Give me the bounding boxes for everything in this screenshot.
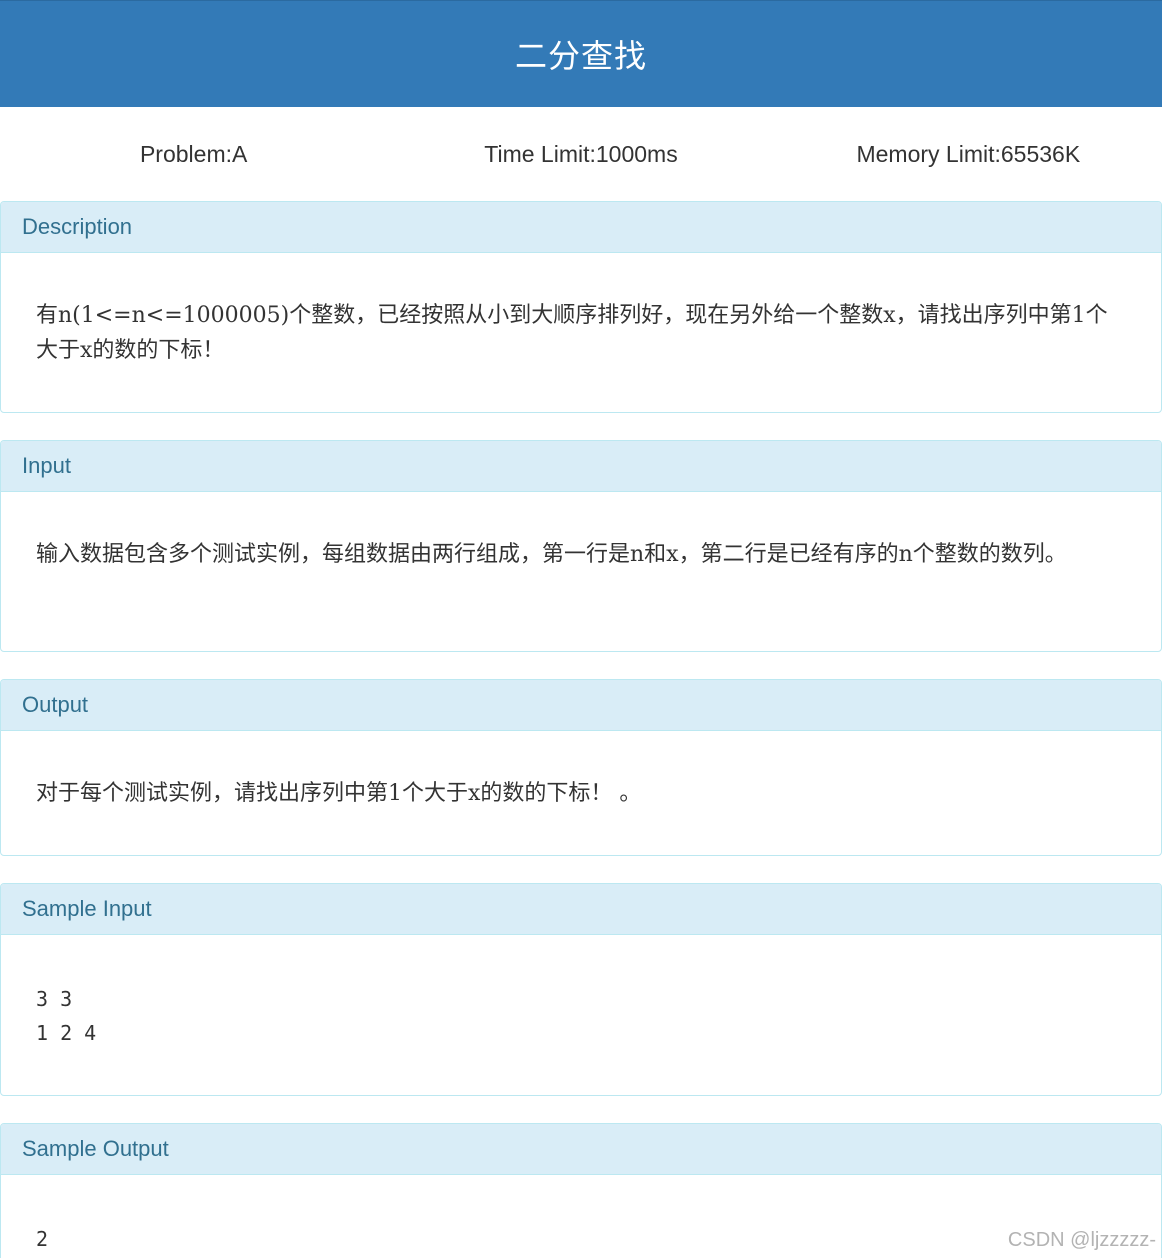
sample-input-line: 3 3: [36, 987, 73, 1011]
page-header: 二分查找: [0, 0, 1162, 107]
description-body: 有n(1<=n<=1000005)个整数，已经按照从小到大顺序排列好，现在另外给…: [36, 303, 1108, 363]
description-panel: Description 有n(1<=n<=1000005)个整数，已经按照从小到…: [0, 201, 1162, 413]
sample-output-line: 2: [36, 1227, 49, 1251]
csdn-watermark: CSDN @ljzzzzz-: [1007, 1229, 1156, 1251]
page-title: 二分查找: [514, 37, 647, 75]
sample-input-body: 3 3 1 2 4: [1, 935, 1161, 1050]
input-panel: Input 输入数据包含多个测试实例，每组数据由两行组成，第一行是n和x，第二行…: [0, 440, 1162, 652]
memory-limit: Memory Limit:65536K: [856, 140, 1081, 167]
input-body: 输入数据包含多个测试实例，每组数据由两行组成，第一行是n和x，第二行是已经有序的…: [36, 542, 1067, 567]
sample-input-panel: Sample Input 3 3 1 2 4: [0, 883, 1162, 1096]
input-heading: Input: [1, 441, 1161, 492]
output-heading: Output: [1, 680, 1161, 731]
description-heading: Description: [1, 202, 1161, 253]
time-limit: Time Limit:1000ms: [484, 140, 678, 167]
sample-output-panel: Sample Output 2: [0, 1123, 1162, 1258]
sample-output-heading: Sample Output: [1, 1124, 1161, 1175]
output-panel: Output 对于每个测试实例，请找出序列中第1个大于x的数的下标！ 。: [0, 679, 1162, 856]
sample-output-body: 2: [1, 1175, 1161, 1256]
problem-meta: Problem:A Time Limit:1000ms Memory Limit…: [0, 107, 1162, 201]
sample-input-heading: Sample Input: [1, 884, 1161, 935]
sample-input-line: 1 2 4: [36, 1021, 97, 1045]
output-body: 对于每个测试实例，请找出序列中第1个大于x的数的下标！ 。: [36, 781, 642, 806]
problem-id: Problem:A: [139, 140, 248, 167]
